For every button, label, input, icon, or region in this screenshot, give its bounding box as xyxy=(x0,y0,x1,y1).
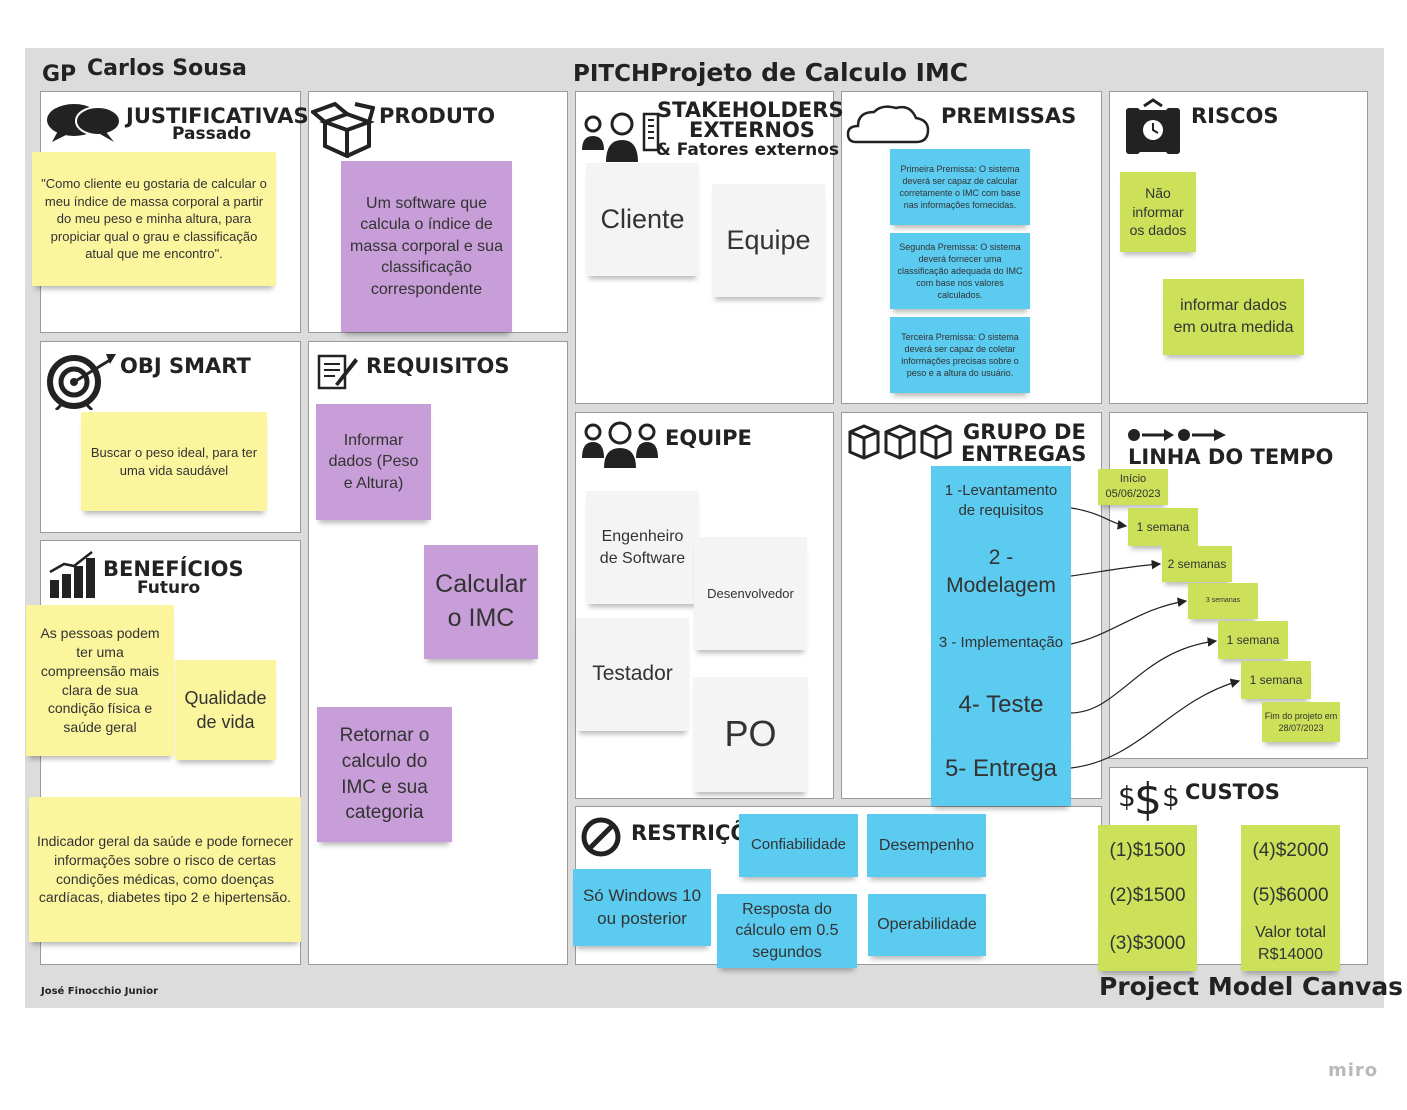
restricao-windows[interactable]: Só Windows 10 ou posterior xyxy=(573,869,711,946)
restricao-desempenho[interactable]: Desempenho xyxy=(867,814,986,877)
custo-2[interactable]: (2)$1500 xyxy=(1098,871,1197,921)
restricao-operabilidade[interactable]: Operabilidade xyxy=(868,894,986,956)
connector-2 xyxy=(1070,559,1162,577)
custo-4[interactable]: (4)$2000 xyxy=(1241,825,1340,877)
author-credit: José Finocchio Junior xyxy=(41,986,158,997)
connector-5 xyxy=(1070,678,1241,769)
connector-3 xyxy=(1070,597,1188,645)
beneficio-1[interactable]: As pessoas podem ter uma compreensão mai… xyxy=(26,605,174,756)
beneficio-3[interactable]: Indicador geral da saúde e pode fornecer… xyxy=(29,797,301,942)
custo-1[interactable]: (1)$1500 xyxy=(1098,825,1197,877)
miro-watermark: miro xyxy=(1328,1060,1379,1081)
restricao-resposta[interactable]: Resposta do cálculo em 0.5 segundos xyxy=(717,894,857,968)
custo-3[interactable]: (3)$3000 xyxy=(1098,917,1197,971)
restricao-confiabilidade[interactable]: Confiabilidade xyxy=(739,814,858,877)
custo-total[interactable]: Valor total R$14000 xyxy=(1241,917,1340,971)
connector-4 xyxy=(1070,637,1218,714)
connector-1 xyxy=(1070,507,1128,530)
canvas-name: Project Model Canvas xyxy=(1099,972,1404,1001)
beneficio-2[interactable]: Qualidade de vida xyxy=(175,660,276,760)
custo-5[interactable]: (5)$6000 xyxy=(1241,871,1340,921)
